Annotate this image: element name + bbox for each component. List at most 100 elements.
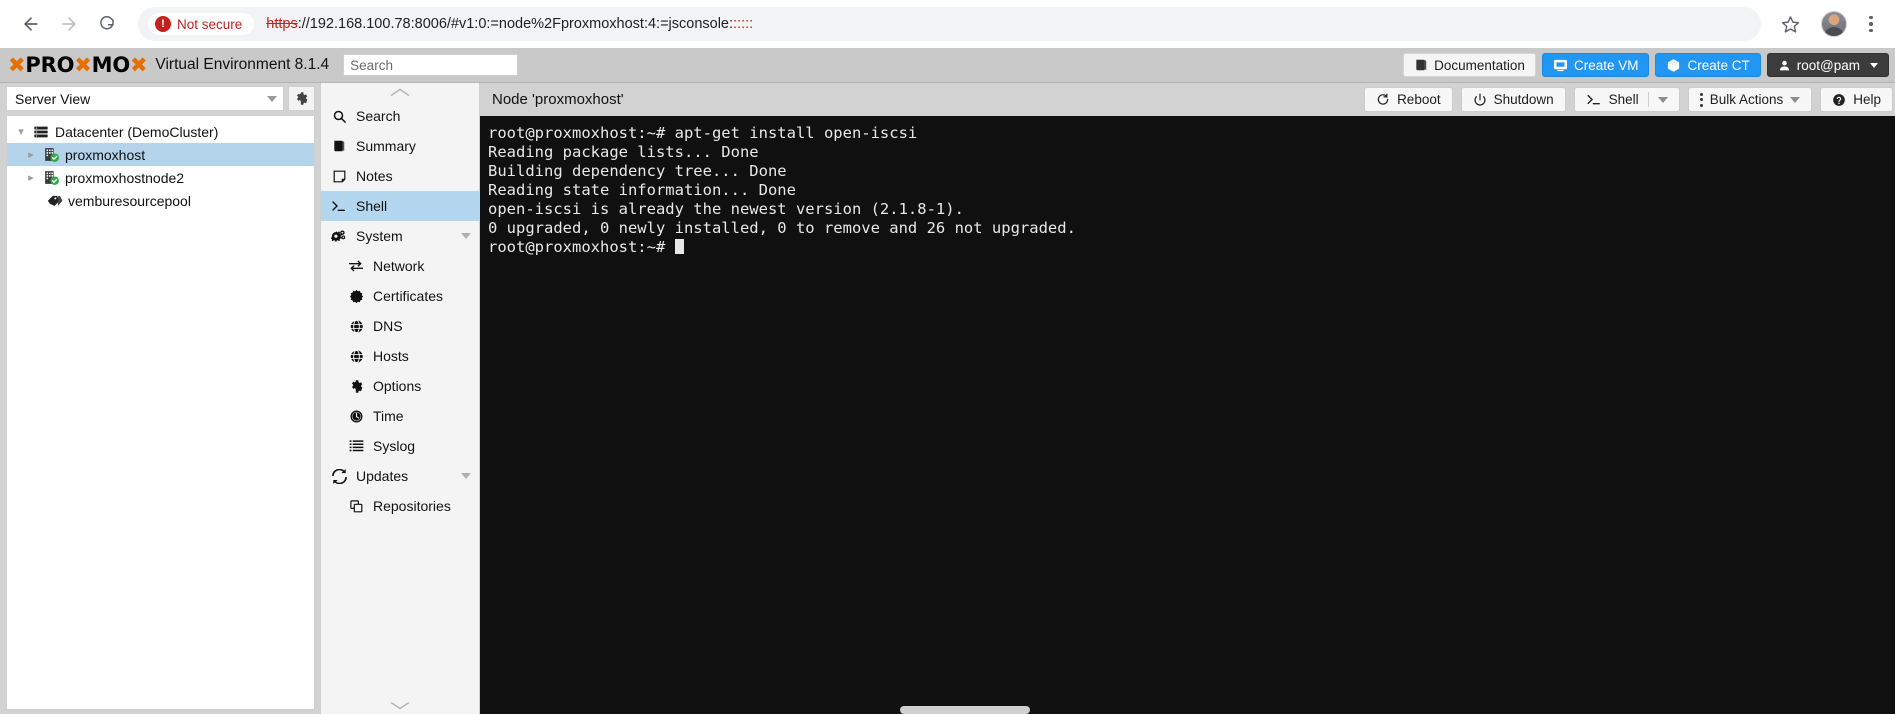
horizontal-scrollbar[interactable] <box>900 706 1030 714</box>
globe-icon <box>348 319 364 334</box>
kebab-menu-icon[interactable] <box>1861 15 1881 33</box>
chevron-up-icon[interactable] <box>321 83 479 101</box>
shell-terminal[interactable]: root@proxmoxhost:~# apt-get install open… <box>480 116 1895 714</box>
chevron-right-icon[interactable]: ▸ <box>25 148 37 161</box>
node-menu-item-search[interactable]: Search <box>321 101 479 131</box>
tree-item-datacenter[interactable]: ▾ Datacenter (DemoCluster) <box>7 120 314 143</box>
tree-item-label: proxmoxhost <box>65 146 146 163</box>
terminal-line: Reading state information... Done <box>488 181 796 199</box>
tree-item-vemburesourcepool[interactable]: vemburesourcepool <box>7 189 314 212</box>
node-menu-label: Certificates <box>373 288 444 304</box>
shell-label: Shell <box>1608 92 1639 107</box>
gear-icon <box>296 92 308 105</box>
create-ct-button[interactable]: Create CT <box>1655 53 1761 77</box>
terminal-line: Reading package lists... Done <box>488 143 759 161</box>
tree-item-proxmoxhost[interactable]: ▸ proxmoxhost <box>7 143 314 166</box>
node-menu-item-hosts[interactable]: Hosts <box>321 341 479 371</box>
gear-icon <box>348 379 364 394</box>
browser-toolbar: ! Not secure https://192.168.100.78:8006… <box>0 0 1895 48</box>
chevron-down-icon[interactable] <box>321 696 479 714</box>
create-ct-label: Create CT <box>1687 57 1750 73</box>
app-body: Server View ▾ Datacenter (DemoCluster) ▸ <box>0 83 1895 714</box>
node-menu-item-summary[interactable]: Summary <box>321 131 479 161</box>
url-rest: ://192.168.100.78:8006/#v1:0:=node%2Fpro… <box>297 16 734 32</box>
help-button[interactable]: Help <box>1820 87 1893 112</box>
global-search-input[interactable]: Search <box>343 54 519 76</box>
tree-toolbar: Server View <box>6 86 315 111</box>
bulk-actions-button[interactable]: Bulk Actions <box>1687 87 1813 112</box>
tree-settings-button[interactable] <box>288 86 315 111</box>
help-label: Help <box>1853 92 1881 107</box>
documentation-label: Documentation <box>1434 57 1525 73</box>
user-menu-button[interactable]: root@pam <box>1766 53 1889 77</box>
proxmox-logo[interactable]: ✖ PRO ✖ MO ✖ <box>8 53 148 77</box>
node-menu-item-network[interactable]: Network <box>321 251 479 281</box>
chevron-down-icon[interactable] <box>1657 96 1668 103</box>
node-menu-label: Syslog <box>373 438 416 454</box>
chevron-down-icon[interactable] <box>1790 96 1801 103</box>
server-tree: ▾ Datacenter (DemoCluster) ▸ proxmoxhost… <box>6 115 315 710</box>
clock-icon <box>348 409 364 424</box>
node-menu-item-certificates[interactable]: Certificates <box>321 281 479 311</box>
forward-arrow-icon[interactable] <box>52 7 86 41</box>
node-online-icon <box>42 169 60 186</box>
reload-icon[interactable] <box>90 7 124 41</box>
reboot-button[interactable]: Reboot <box>1364 87 1453 112</box>
shell-button[interactable]: Shell <box>1573 87 1680 112</box>
terminal-prompt-icon <box>331 199 347 213</box>
datacenter-icon <box>32 124 50 140</box>
node-menu-item-repositories[interactable]: Repositories <box>321 491 479 521</box>
security-badge[interactable]: ! Not secure <box>148 13 255 35</box>
node-online-icon <box>42 146 60 163</box>
terminal-prompt-line: root@proxmoxhost:~# <box>488 238 1895 257</box>
refresh-icon <box>331 468 347 484</box>
shutdown-label: Shutdown <box>1493 92 1554 107</box>
url-trailing: ::::: <box>733 16 754 32</box>
pve-header-bar: ✖ PRO ✖ MO ✖ Virtual Environment 8.1.4 Searc… <box>0 48 1895 83</box>
node-menu-item-system[interactable]: System <box>321 221 479 251</box>
logo-x-mid: ✖ <box>74 53 92 77</box>
node-menu-label: Search <box>356 108 401 124</box>
node-menu-item-options[interactable]: Options <box>321 371 479 401</box>
list-icon <box>348 439 364 453</box>
view-selector-dropdown[interactable]: Server View <box>6 86 284 111</box>
shutdown-button[interactable]: Shutdown <box>1460 87 1566 112</box>
url-text: https://192.168.100.78:8006/#v1:0:=node%… <box>266 16 753 32</box>
node-menu-item-dns[interactable]: DNS <box>321 311 479 341</box>
terminal-cursor <box>674 239 684 254</box>
address-bar[interactable]: ! Not secure https://192.168.100.78:8006… <box>138 7 1761 41</box>
node-menu-panel: Search Summary Notes Shell System Networ… <box>320 83 480 714</box>
chevron-down-icon[interactable] <box>461 473 471 479</box>
network-arrows-icon <box>348 259 364 273</box>
create-vm-label: Create VM <box>1573 57 1639 73</box>
node-menu-item-notes[interactable]: Notes <box>321 161 479 191</box>
tree-item-proxmoxhostnode2[interactable]: ▸ proxmoxhostnode2 <box>7 166 314 189</box>
profile-avatar-icon[interactable] <box>1821 11 1847 37</box>
node-menu-item-syslog[interactable]: Syslog <box>321 431 479 461</box>
content-toolbar: Node 'proxmoxhost' Reboot Shutdown Shell… <box>480 83 1895 116</box>
logo-pro: PRO <box>25 53 75 77</box>
chevron-down-icon[interactable] <box>461 233 471 239</box>
content-area: Node 'proxmoxhost' Reboot Shutdown Shell… <box>480 83 1895 714</box>
bookmark-star-icon[interactable] <box>1773 7 1807 41</box>
back-arrow-icon[interactable] <box>14 7 48 41</box>
terminal-line: Building dependency tree... Done <box>488 162 787 180</box>
node-menu-item-updates[interactable]: Updates <box>321 461 479 491</box>
logo-x-left: ✖ <box>8 53 26 77</box>
button-divider <box>1647 92 1649 107</box>
note-icon <box>331 169 347 184</box>
chevron-down-icon[interactable]: ▾ <box>15 125 27 138</box>
search-icon <box>331 109 347 124</box>
chevron-right-icon[interactable]: ▸ <box>25 171 37 184</box>
terminal-line: 0 upgraded, 0 newly installed, 0 to remo… <box>488 219 1076 237</box>
pool-tag-icon <box>45 192 63 209</box>
node-menu-label: DNS <box>373 318 403 334</box>
environment-title: Virtual Environment 8.1.4 <box>155 56 330 73</box>
certificate-seal-icon <box>348 289 364 304</box>
create-vm-button[interactable]: Create VM <box>1541 53 1650 77</box>
vertical-dots-icon <box>1699 92 1703 107</box>
node-menu-item-shell[interactable]: Shell <box>321 191 479 221</box>
documentation-button[interactable]: Documentation <box>1403 53 1536 77</box>
view-selector-label: Server View <box>15 90 91 107</box>
node-menu-item-time[interactable]: Time <box>321 401 479 431</box>
